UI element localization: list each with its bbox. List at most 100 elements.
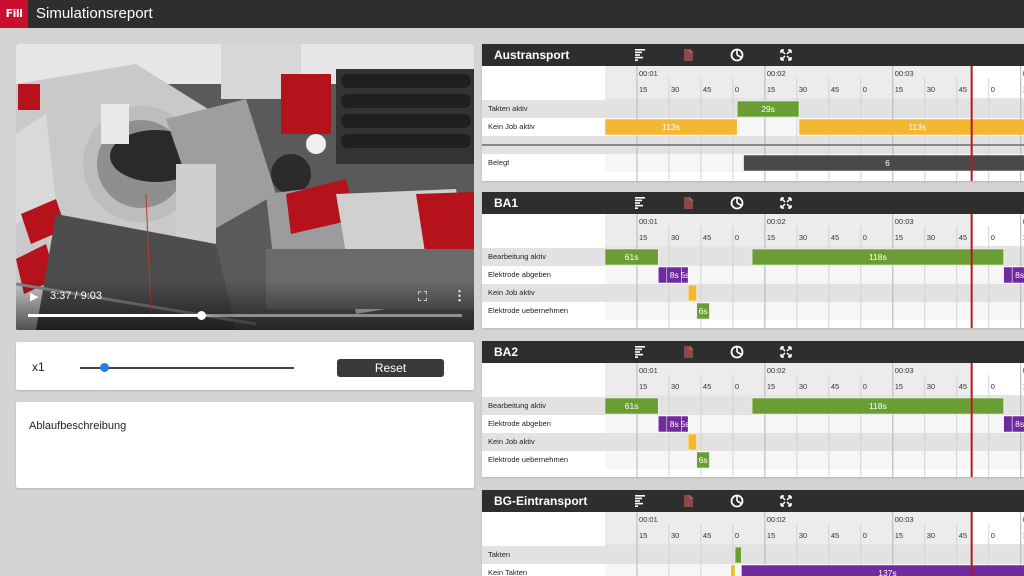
tick-label-second: 30 (927, 382, 935, 391)
speed-slider-handle[interactable] (99, 363, 109, 372)
tick-label-second: 45 (959, 233, 967, 242)
gantt-row-label: Belegt (488, 158, 510, 167)
expand-icon[interactable] (779, 196, 793, 210)
document-icon[interactable] (681, 48, 695, 62)
tick-label-second: 0 (991, 382, 995, 391)
gantt-row-label: Takten (482, 546, 605, 564)
description-panel: Ablaufbeschreibung (16, 402, 474, 488)
tick-label-second: 15 (639, 85, 647, 94)
reset-button[interactable]: Reset (337, 359, 444, 377)
gantt-bar-label: 8s (1015, 419, 1024, 429)
gantt-bar-label: 61s (625, 252, 639, 262)
gantt-panel: Austransport Takten aktiv Kein Job aktiv Be… (482, 44, 1024, 181)
gantt-row-bg (605, 451, 1024, 469)
tick-label-second: 15 (639, 382, 647, 391)
expand-icon[interactable] (779, 48, 793, 62)
bar-chart-icon[interactable] (633, 494, 647, 508)
gantt-bar (1003, 266, 1013, 284)
gantt-svg: 00:0100:0200:0300:0415304501530450153045… (605, 512, 1024, 576)
bar-chart-icon[interactable] (633, 48, 647, 62)
gantt-row-labels: Bearbeitung aktiv Elektrode abgeben Kein J… (482, 214, 605, 328)
gantt-bar-label: 61s (625, 401, 639, 411)
gantt-row-label: Elektrode uebernehmen (488, 455, 569, 464)
gantt-svg: 00:0100:0200:0300:0415304501530450153045… (605, 363, 1024, 477)
fullscreen-icon[interactable]: ⛶ (418, 289, 427, 305)
document-icon[interactable] (681, 494, 695, 508)
document-icon[interactable] (681, 345, 695, 359)
gantt-row-label: Kein Takten (488, 568, 528, 576)
gantt-bar-label: 6s (699, 306, 708, 316)
tick-label-second: 30 (927, 85, 935, 94)
tick-label-minute: 00:03 (895, 217, 914, 226)
tick-label-second: 45 (959, 85, 967, 94)
tick-label-second: 15 (767, 382, 775, 391)
speed-panel: x1 Reset (16, 342, 474, 390)
gantt-row-bg (605, 433, 1024, 451)
tick-label-second: 15 (895, 85, 903, 94)
play-icon[interactable]: ▶ (30, 290, 38, 303)
tick-label-second: 0 (991, 233, 995, 242)
gantt-svg: 00:0100:0200:0300:0415304501530450153045… (605, 66, 1024, 181)
bar-chart-icon[interactable] (633, 345, 647, 359)
gantt-chart[interactable]: 00:0100:0200:0300:0415304501530450153045… (605, 214, 1024, 328)
tick-label-second: 45 (959, 531, 967, 540)
gantt-panel-header: BG-Eintransport (482, 490, 1024, 512)
gantt-row-label: Kein Job aktiv (482, 433, 605, 451)
gantt-row-label: Bearbeitung aktiv (482, 248, 605, 266)
tick-label-second: 45 (831, 531, 839, 540)
tick-label-minute: 00:02 (767, 69, 786, 78)
tick-label-second: 30 (799, 233, 807, 242)
description-title: Ablaufbeschreibung (29, 420, 127, 432)
gantt-panel-header: BA1 (482, 192, 1024, 214)
expand-icon[interactable] (779, 345, 793, 359)
tick-label-minute: 00:03 (895, 515, 914, 524)
gantt-chart[interactable]: 00:0100:0200:0300:0415304501530450153045… (605, 363, 1024, 477)
gantt-row-bg (605, 302, 1024, 320)
tick-label-second: 15 (895, 233, 903, 242)
tick-label-second: 15 (895, 382, 903, 391)
gantt-chart[interactable]: 00:0100:0200:0300:0415304501530450153045… (605, 512, 1024, 576)
tick-label-second: 0 (735, 233, 739, 242)
tick-label-second: 30 (799, 382, 807, 391)
bar-chart-icon[interactable] (633, 196, 647, 210)
tick-label-second: 45 (831, 382, 839, 391)
expand-icon[interactable] (779, 494, 793, 508)
speed-slider[interactable] (80, 363, 294, 372)
gantt-row-label: Elektrode abgeben (488, 270, 551, 279)
document-icon[interactable] (681, 196, 695, 210)
pie-chart-icon[interactable] (730, 345, 744, 359)
gantt-bar (730, 564, 736, 576)
timeline-elapsed-band (605, 66, 972, 98)
gantt-panel: BG-Eintransport Takten Kein Takten 00:01 00:… (482, 490, 1024, 576)
gantt-row-label: Kein Job aktiv (488, 122, 535, 131)
gantt-panel-header: BA2 (482, 341, 1024, 363)
tick-label-minute: 00:02 (767, 217, 786, 226)
tick-label-minute: 00:03 (895, 69, 914, 78)
timeline-elapsed-band (605, 512, 972, 544)
video-seek-bar[interactable] (28, 311, 462, 320)
pie-chart-icon[interactable] (730, 494, 744, 508)
timeline-elapsed-band (605, 363, 972, 395)
video-player[interactable]: ▶ 3:37 / 9:03 ⛶ ⋮ (16, 44, 474, 330)
tick-label-minute: 00:01 (639, 217, 658, 226)
app-title: Simulationsreport (36, 5, 153, 22)
gantt-row-label: Bearbeitung aktiv (482, 397, 605, 415)
gantt-chart[interactable]: 00:0100:0200:0300:0415304501530450153045… (605, 66, 1024, 181)
gantt-row-label: Elektrode abgeben (488, 419, 551, 428)
tick-label-second: 45 (703, 233, 711, 242)
pie-chart-icon[interactable] (730, 48, 744, 62)
tick-label-second: 45 (831, 85, 839, 94)
pie-chart-icon[interactable] (730, 196, 744, 210)
tick-label-second: 30 (927, 531, 935, 540)
tick-label-second: 0 (735, 85, 739, 94)
tick-label-second: 15 (639, 233, 647, 242)
gantt-row-label: Kein Job aktiv (482, 284, 605, 302)
gantt-panel: BA1 Bearbeitung aktiv Elektrode abgeben Kei… (482, 192, 1024, 328)
tick-label-second: 30 (671, 233, 679, 242)
gantt-bar-label: 118s (869, 252, 887, 262)
gantt-bar-label: 6 (885, 158, 890, 168)
speed-value: x1 (32, 360, 45, 374)
gantt-bar-label: 118s (869, 401, 887, 411)
gantt-row-labels: Bearbeitung aktiv Elektrode abgeben Kein J… (482, 363, 605, 477)
more-vert-icon[interactable]: ⋮ (453, 288, 466, 304)
